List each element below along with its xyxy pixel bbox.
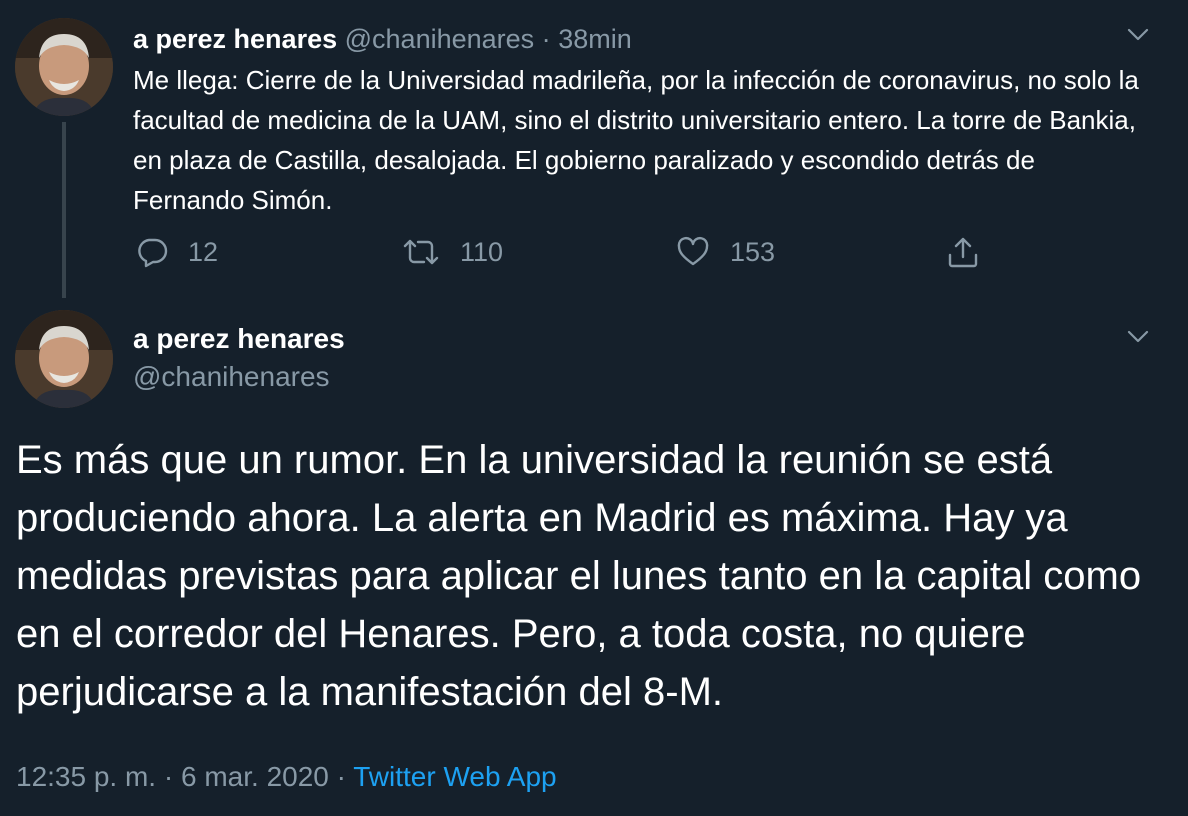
share-icon bbox=[948, 237, 978, 268]
tweet-text: Es más que un rumor. En la universidad l… bbox=[16, 438, 1142, 714]
heart-icon bbox=[677, 236, 709, 266]
reply-button[interactable]: 12 bbox=[136, 232, 218, 272]
share-button[interactable] bbox=[946, 232, 980, 272]
tweet-time[interactable]: 12:35 p. m. bbox=[16, 761, 156, 792]
tweet-header: a perez henares @chanihenares · 38min bbox=[133, 22, 632, 56]
tweet-meta: 12:35 p. m. · 6 mar. 2020 · Twitter Web … bbox=[16, 758, 557, 796]
avatar[interactable] bbox=[15, 310, 113, 408]
author-name[interactable]: a perez henares bbox=[133, 24, 337, 54]
chevron-down-icon[interactable] bbox=[1124, 322, 1152, 350]
meta-separator: · bbox=[163, 761, 174, 792]
retweet-icon bbox=[403, 239, 439, 265]
retweet-count: 110 bbox=[460, 236, 504, 267]
tweet-source-link[interactable]: Twitter Web App bbox=[353, 761, 556, 792]
author-name[interactable]: a perez henares bbox=[133, 322, 345, 356]
tweet-text: Me llega: Cierre de la Universidad madri… bbox=[133, 65, 1139, 215]
reply-count: 12 bbox=[188, 236, 219, 267]
like-count: 153 bbox=[730, 236, 776, 267]
tweet-date[interactable]: 6 mar. 2020 bbox=[181, 761, 329, 792]
meta-separator: · bbox=[336, 761, 346, 792]
tweet-time[interactable]: 38min bbox=[558, 24, 632, 54]
author-handle[interactable]: @chanihenares bbox=[133, 360, 330, 394]
chevron-down-icon[interactable] bbox=[1124, 20, 1152, 48]
author-handle[interactable]: @chanihenares bbox=[345, 24, 535, 54]
thread-line bbox=[62, 122, 66, 298]
retweet-button[interactable]: 110 bbox=[402, 232, 503, 272]
header-separator: · bbox=[541, 24, 551, 54]
reply-icon bbox=[138, 238, 168, 268]
avatar[interactable] bbox=[15, 18, 113, 116]
like-button[interactable]: 153 bbox=[676, 232, 775, 272]
